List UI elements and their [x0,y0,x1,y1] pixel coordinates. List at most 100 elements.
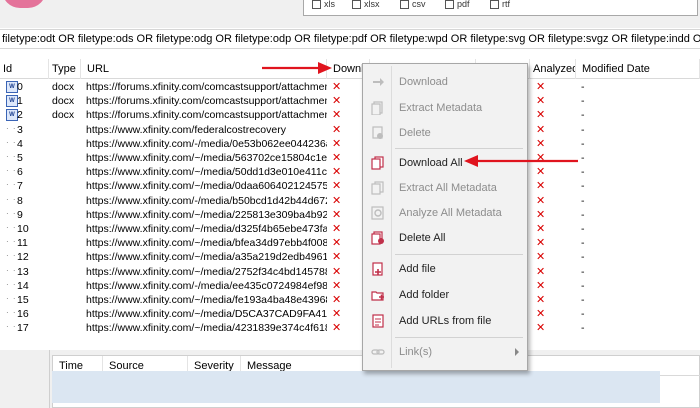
cell-analyzed-status: ✕ [536,109,546,122]
table-row[interactable]: · · 3 https://www.xfinity.com/federalcostr… [0,123,700,137]
cell-download-status: ✕ [332,322,342,335]
checkbox-icon[interactable] [400,0,409,9]
table-row[interactable]: · · 14 https://www.xfinity.com/-/media/ee4… [0,279,700,293]
menu-item-label: Add file [399,263,436,275]
cell-modified-date: - [581,237,585,250]
cell-download-status: ✕ [332,123,342,136]
cell-modified-date: - [581,251,585,264]
col-header-type[interactable]: Type [49,59,81,79]
col-header-modified-date[interactable]: Modified Date [576,59,700,79]
cell-analyzed-status: ✕ [536,81,546,93]
cell-url: https://www.xfinity.com/~/media/563702ce… [86,152,327,164]
cell-analyzed-status: ✕ [536,279,546,292]
table-row[interactable]: W 0 docx https://forums.xfinity.com/comcast… [0,80,700,94]
cell-url: https://www.xfinity.com/~/media/d325f4b6… [86,223,327,235]
col-header-analyzed[interactable]: Analyzed [530,59,576,79]
cell-url: https://www.xfinity.com/federalcostrecov… [86,123,286,136]
menu-item-links[interactable]: Link(s) [363,340,527,364]
cell-url: https://www.xfinity.com/~/media/0daa6064… [86,180,327,193]
cell-type [49,151,81,165]
cell-download-status: ✕ [332,152,342,164]
table-row[interactable]: · · 13 https://www.xfinity.com/~/media/275… [0,265,700,279]
cell-download-status: ✕ [332,308,342,321]
table-row[interactable]: · · 11 https://www.xfinity.com/~/media/bfe… [0,236,700,250]
table-row[interactable]: · · 4 https://www.xfinity.com/-/media/0e53… [0,137,700,151]
col-header-id[interactable]: Id [0,59,49,79]
menu-item-delete[interactable]: Delete [363,121,527,145]
menu-item-label: Extract Metadata [399,102,483,114]
table-row[interactable]: · · 8 https://www.xfinity.com/-/media/b50b… [0,194,700,208]
menu-item-add-file[interactable]: Add file [363,257,527,281]
delete-all-icon [371,231,385,245]
cell-id: 16 [17,308,29,321]
menu-item-delete-all[interactable]: Delete All [363,226,527,250]
cell-modified-date: - [581,109,585,122]
cell-url: https://www.xfinity.com/~/media/225813e3… [86,208,327,221]
checkbox-icon[interactable] [445,0,454,9]
table-row[interactable]: · · 16 https://www.xfinity.com/~/media/D5C… [0,307,700,321]
cell-modified-date: - [581,152,585,164]
menu-item-label: Add URLs from file [399,315,492,327]
extract-all-metadata-icon [371,181,385,195]
cell-download-status: ✕ [332,137,342,150]
cell-id: 5 [17,152,23,164]
menu-item-extract-metadata[interactable]: Extract Metadata [363,96,527,120]
checkbox-icon[interactable] [312,0,321,9]
table-header: Id Type URL Download Download Date Size … [0,59,700,79]
analyze-all-metadata-icon [371,206,385,220]
ext-checkbox-pdf[interactable]: pdf [445,0,470,9]
table-row[interactable]: W 1 docx https://forums.xfinity.com/comcast… [0,94,700,108]
menu-item-add-folder[interactable]: Add folder [363,283,527,307]
context-menu: Download Extract Metadata Delete Downloa… [362,63,528,371]
cell-type [49,165,81,179]
ext-checkbox-csv[interactable]: csv [400,0,426,9]
cell-type: docx [52,109,75,122]
link-icon [371,345,385,359]
table-row[interactable]: · · 7 https://www.xfinity.com/~/media/0daa… [0,179,700,193]
ext-checkbox-rtf[interactable]: rtf [490,0,510,9]
table-row[interactable]: W 2 docx https://forums.xfinity.com/comcast… [0,108,700,122]
cell-analyzed-status: ✕ [536,95,546,108]
checkbox-icon[interactable] [352,0,361,9]
menu-separator [395,337,523,338]
cell-download-status: ✕ [332,223,342,235]
ext-label: xlsx [364,0,380,9]
checkbox-icon[interactable] [490,0,499,9]
table-row[interactable]: · · 9 https://www.xfinity.com/~/media/2258… [0,208,700,222]
file-type-panel: xls xlsx csv pdf rtf [303,0,698,16]
menu-item-analyze-all-metadata[interactable]: Analyze All Metadata [363,201,527,225]
log-selected-row[interactable] [52,371,660,403]
cell-id: 10 [17,223,29,235]
cell-type [49,137,81,151]
menu-item-extract-all-metadata[interactable]: Extract All Metadata [363,176,527,200]
ext-checkbox-xls[interactable]: xls [312,0,335,9]
table-row[interactable]: · · 5 https://www.xfinity.com/~/media/5637… [0,151,700,165]
cell-type [49,321,81,335]
search-query-text: filetype:odt OR filetype:ods OR filetype… [2,33,700,45]
menu-item-label: Download [399,76,448,88]
search-query-field[interactable]: filetype:odt OR filetype:ods OR filetype… [0,29,700,49]
cell-download-status: ✕ [332,180,342,193]
cell-id: 17 [17,322,29,335]
cell-analyzed-status: ✕ [536,251,546,264]
cell-id: 1 [17,95,23,108]
table-row[interactable]: · · 15 https://www.xfinity.com/~/media/fe1… [0,293,700,307]
menu-item-add-urls-from-file[interactable]: Add URLs from file [363,309,527,333]
cell-modified-date: - [581,279,585,292]
table-row[interactable]: · · 10 https://www.xfinity.com/~/media/d32… [0,222,700,236]
table-row[interactable]: · · 12 https://www.xfinity.com/~/media/a35… [0,250,700,264]
ext-checkbox-xlsx[interactable]: xlsx [352,0,380,9]
table-row[interactable]: · · 17 https://www.xfinity.com/~/media/423… [0,321,700,335]
delete-icon [371,126,385,140]
table-row[interactable]: · · 6 https://www.xfinity.com/~/media/50dd… [0,165,700,179]
cell-analyzed-status: ✕ [536,308,546,321]
menu-item-label: Delete All [399,232,446,244]
cell-url: https://forums.xfinity.com/comcastsuppor… [86,95,327,108]
submenu-arrow-icon [515,348,519,356]
cell-id: 11 [17,237,28,250]
menu-item-download[interactable]: Download [363,70,527,94]
cell-analyzed-status: ✕ [536,194,546,207]
cell-url: https://www.xfinity.com/-/media/ee435c07… [86,279,327,292]
cell-download-status: ✕ [332,194,342,207]
cell-analyzed-status: ✕ [536,265,546,278]
